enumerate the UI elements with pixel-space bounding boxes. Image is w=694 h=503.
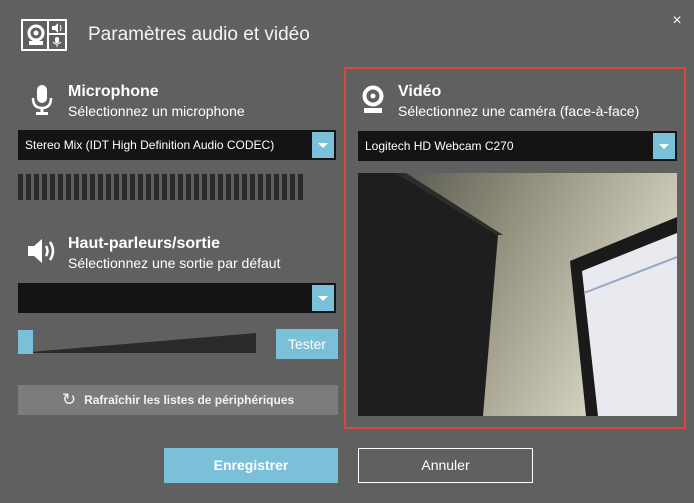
level-meter-bar — [274, 174, 279, 200]
speaker-select[interactable] — [18, 283, 336, 313]
level-meter-bar — [26, 174, 31, 200]
level-meter-bar — [82, 174, 87, 200]
refresh-icon: ↻ — [61, 390, 77, 409]
level-meter-bar — [50, 174, 55, 200]
level-meter-bar — [42, 174, 47, 200]
speaker-icon — [26, 235, 58, 267]
level-meter-bar — [34, 174, 39, 200]
level-meter-bar — [226, 174, 231, 200]
microphone-subtitle: Sélectionnez un microphone — [68, 103, 245, 119]
microphone-icon — [30, 84, 54, 116]
level-meter-bar — [170, 174, 175, 200]
level-meter-bar — [178, 174, 183, 200]
test-button[interactable]: Tester — [276, 329, 338, 359]
level-meter-bar — [90, 174, 95, 200]
camera-preview — [358, 173, 677, 416]
level-meter-bar — [98, 174, 103, 200]
level-meter-bar — [282, 174, 287, 200]
refresh-label: Rafraîchir les listes de périphériques — [84, 393, 295, 407]
video-title: Vidéo — [398, 83, 442, 100]
dialog-title: Paramètres audio et vidéo — [88, 24, 310, 45]
close-button[interactable]: × — [668, 12, 686, 30]
level-meter-bar — [106, 174, 111, 200]
level-meter-bar — [290, 174, 295, 200]
level-meter-bar — [162, 174, 167, 200]
speakers-title: Haut-parleurs/sortie — [68, 235, 221, 252]
level-meter-bar — [130, 174, 135, 200]
refresh-devices-button[interactable]: ↻ Rafraîchir les listes de périphériques — [18, 385, 338, 415]
level-meter-bar — [234, 174, 239, 200]
microphone-select[interactable]: Stereo Mix (IDT High Definition Audio CO… — [18, 130, 336, 160]
level-meter-bar — [154, 174, 159, 200]
level-meter-bar — [18, 174, 23, 200]
level-meter-bar — [122, 174, 127, 200]
speakers-subtitle: Sélectionnez une sortie par défaut — [68, 255, 281, 271]
save-button[interactable]: Enregistrer — [164, 448, 338, 483]
level-meter-bar — [66, 174, 71, 200]
chevron-down-icon[interactable] — [312, 132, 334, 158]
chevron-down-icon[interactable] — [312, 285, 334, 311]
cancel-button[interactable]: Annuler — [358, 448, 533, 483]
camera-select[interactable]: Logitech HD Webcam C270 — [358, 131, 677, 161]
level-meter-bar — [202, 174, 207, 200]
volume-slider-track[interactable] — [18, 333, 256, 353]
video-subtitle: Sélectionnez une caméra (face-à-face) — [398, 103, 640, 119]
camera-select-value: Logitech HD Webcam C270 — [365, 139, 514, 153]
level-meter-bar — [194, 174, 199, 200]
mic-level-meter — [18, 174, 336, 200]
volume-slider-handle[interactable] — [18, 330, 33, 354]
settings-logo-icon — [21, 19, 67, 51]
level-meter-bar — [242, 174, 247, 200]
level-meter-bar — [210, 174, 215, 200]
level-meter-bar — [114, 174, 119, 200]
level-meter-bar — [250, 174, 255, 200]
level-meter-bar — [146, 174, 151, 200]
level-meter-bar — [186, 174, 191, 200]
level-meter-bar — [266, 174, 271, 200]
level-meter-bar — [258, 174, 263, 200]
level-meter-bar — [58, 174, 63, 200]
webcam-icon — [361, 85, 385, 115]
level-meter-bar — [74, 174, 79, 200]
level-meter-bar — [218, 174, 223, 200]
microphone-select-value: Stereo Mix (IDT High Definition Audio CO… — [25, 138, 275, 152]
level-meter-bar — [138, 174, 143, 200]
level-meter-bar — [298, 174, 303, 200]
chevron-down-icon[interactable] — [653, 133, 675, 159]
microphone-title: Microphone — [68, 83, 159, 100]
